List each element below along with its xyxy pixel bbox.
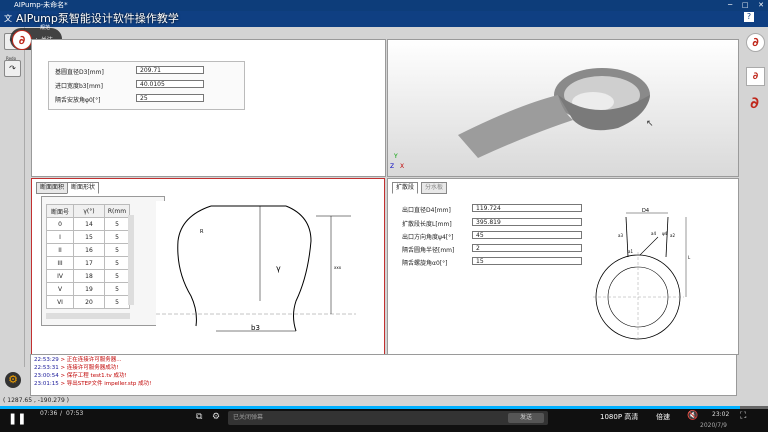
svg-text:X: X xyxy=(400,163,404,170)
clock-label: 23:02 xyxy=(712,411,730,418)
cursor-coordinates: ( 1287.65 , -190.279 ) xyxy=(3,397,70,404)
section-table-frame: 断面号 γ(°) R(mm 0 14 5 I 15 5 II 16 5 III 17 5 IV 1… xyxy=(41,196,165,326)
table-row[interactable]: II 16 5 xyxy=(46,243,130,257)
current-time: 07:36 xyxy=(40,410,58,417)
svg-text:a3: a3 xyxy=(618,233,623,238)
b3-label: b3 xyxy=(251,324,260,332)
close-icon[interactable]: ✕ xyxy=(758,0,764,11)
table-row[interactable]: 0 14 5 xyxy=(46,217,130,231)
section-table: 断面号 γ(°) R(mm 0 14 5 I 15 5 II 16 5 III 17 5 IV 1… xyxy=(46,204,130,309)
tab-section-area[interactable]: 断面面积 xyxy=(36,182,69,194)
speed-selector[interactable]: 倍速 xyxy=(656,412,670,422)
diffuser-drawing: D4 a3 a4 a1 ψ4 a2 L xyxy=(588,207,696,343)
param-label: 隔舌安放角φ0[°] xyxy=(55,97,101,104)
danmaku-toggle-icon[interactable]: ⧉ xyxy=(196,412,202,422)
param-label: 扩散段长度L[mm] xyxy=(402,221,452,228)
table-row[interactable]: V 19 5 xyxy=(46,282,130,296)
quality-selector[interactable]: 1080P 高清 xyxy=(600,412,638,422)
vertical-scrollbar[interactable] xyxy=(128,215,134,305)
danmaku-settings-icon[interactable]: ⚙ xyxy=(212,412,220,422)
column-header: 断面号 xyxy=(46,204,74,218)
help-icon[interactable]: ? xyxy=(744,12,754,22)
avatar[interactable]: ∂ xyxy=(12,30,32,50)
param-label: 出口方向角度ψ4[°] xyxy=(402,234,454,241)
3d-viewport[interactable]: ↖ Y X Z xyxy=(387,39,739,177)
gamma-label: γ xyxy=(276,264,281,273)
brand-logo-icon: ∂ xyxy=(746,33,765,52)
dim-label: xxx xyxy=(334,265,342,270)
table-row[interactable]: I 15 5 xyxy=(46,230,130,244)
table-row[interactable]: III 17 5 xyxy=(46,256,130,270)
param-label: 隔舌螺旋角α0[°] xyxy=(402,260,448,267)
log-console: 22:53:29 > 正在连接许可服务器... 22:53:31 > 连接许可服… xyxy=(30,354,737,396)
svg-text:ψ4: ψ4 xyxy=(662,231,668,236)
tab-splitter[interactable]: 分水板 xyxy=(421,182,448,194)
brand-logo-icon: ∂ xyxy=(750,93,759,112)
left-toolbar: ✎ ↷ Redo xyxy=(0,27,25,367)
column-header: γ(°) xyxy=(73,204,105,218)
table-row[interactable]: IV 18 5 xyxy=(46,269,130,283)
redo-icon[interactable]: ↷ xyxy=(4,60,21,77)
inlet-width-field[interactable]: 40.0105 xyxy=(136,80,204,88)
video-player-controls: ❚❚ 07:36 / 07:53 ⧉ ⚙ 已关闭弹幕 发送 1080P 高清 倍… xyxy=(0,409,768,432)
param-label: 进口宽度b3[mm] xyxy=(55,83,103,90)
column-header: R(mm xyxy=(104,204,130,218)
outlet-angle-field[interactable]: 45 xyxy=(472,231,582,239)
menu-file[interactable]: 文 xyxy=(4,13,12,24)
status-bar: ( 1287.65 , -190.279 ) xyxy=(0,396,768,406)
tab-diffuser[interactable]: 扩散段 xyxy=(392,182,419,194)
pause-icon[interactable]: ❚❚ xyxy=(8,412,26,425)
mouse-cursor-icon: ↖ xyxy=(646,119,654,129)
volute-3d-model: ↖ Y X Z xyxy=(390,68,654,170)
svg-text:a2: a2 xyxy=(670,233,675,238)
svg-text:L: L xyxy=(688,255,691,260)
tongue-angle-field[interactable]: 25 xyxy=(136,94,204,102)
mute-icon[interactable]: 🔇 xyxy=(687,411,698,421)
d4-label: D4 xyxy=(642,208,649,214)
volute-params-group: 基圆直径D3[mm] 209.71 进口宽度b3[mm] 40.0105 隔舌安… xyxy=(48,61,245,110)
param-label: 隔舌圆角半径[mm] xyxy=(402,247,455,254)
svg-text:Z: Z xyxy=(390,163,394,170)
fullscreen-icon[interactable]: ⛶ xyxy=(740,411,746,421)
maximize-icon[interactable]: □ xyxy=(742,0,749,11)
horizontal-scrollbar[interactable] xyxy=(46,313,130,319)
outlet-diameter-field[interactable]: 119.724 xyxy=(472,204,582,212)
brand-logo-icon: ∂ xyxy=(746,67,765,86)
minimize-icon[interactable]: ─ xyxy=(728,0,732,11)
param-label: 出口直径D4[mm] xyxy=(402,207,451,214)
svg-text:a4: a4 xyxy=(651,231,656,236)
tongue-radius-field[interactable]: 2 xyxy=(472,244,582,252)
r-label: R xyxy=(200,229,204,235)
section-shape-drawing: γ b3 R xxx xyxy=(156,201,362,341)
axis-triad-icon: Y xyxy=(393,153,398,160)
diffuser-length-field[interactable]: 395.819 xyxy=(472,218,582,226)
svg-text:a1: a1 xyxy=(628,249,633,254)
date-label: 2020/7/9 xyxy=(700,422,727,429)
tab-section-shape[interactable]: 断面形状 xyxy=(67,182,100,194)
send-button[interactable]: 发送 xyxy=(508,413,544,423)
section-panel: 断面面积 断面形状 断面号 γ(°) R(mm 0 14 5 I 15 5 II 16 5 … xyxy=(31,178,385,355)
tongue-helix-field[interactable]: 15 xyxy=(472,257,582,265)
redo-label: Redo xyxy=(6,56,17,61)
base-diameter-field[interactable]: 209.71 xyxy=(136,66,204,74)
gear-icon[interactable]: ⚙ xyxy=(5,372,21,388)
param-label: 基圆直径D3[mm] xyxy=(55,69,104,76)
danmaku-placeholder: 已关闭弹幕 xyxy=(233,414,264,421)
diffuser-panel: 扩散段 分水板 出口直径D4[mm] 119.724 扩散段长度L[mm] 39… xyxy=(387,178,739,355)
table-row[interactable]: VI 20 5 xyxy=(46,295,130,309)
total-time: 07:53 xyxy=(66,410,84,417)
uploader-tag: 规范 xyxy=(40,25,51,31)
danmaku-input[interactable]: 已关闭弹幕 发送 xyxy=(228,411,548,425)
